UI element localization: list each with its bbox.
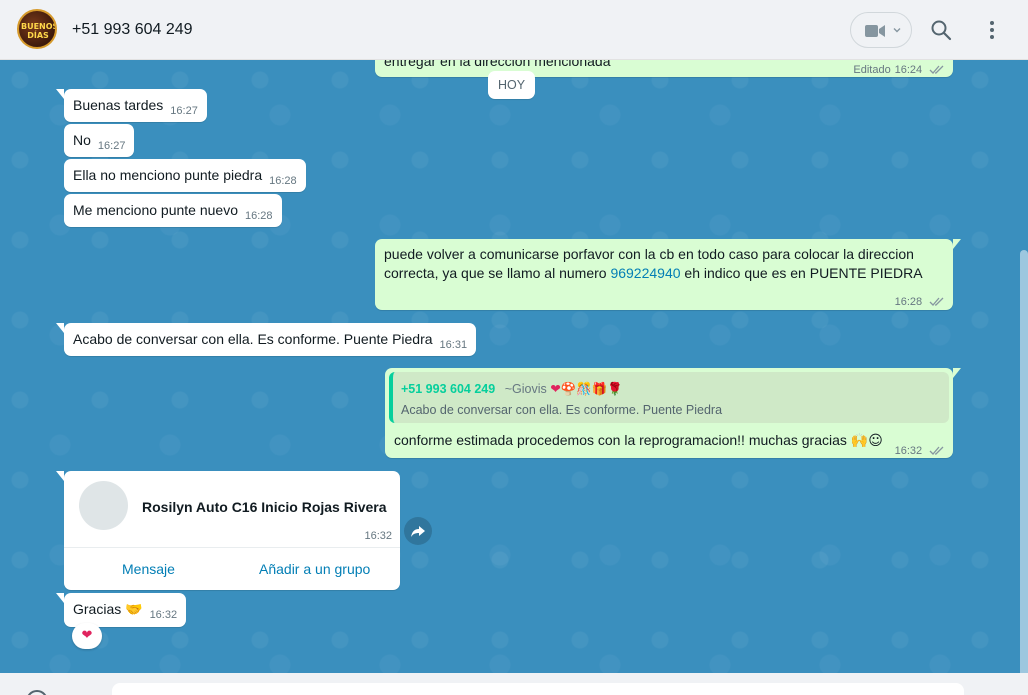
chat-scrollbar[interactable] (1020, 250, 1028, 673)
message-text-part: eh indico que es en PUENTE PIEDRA (680, 265, 923, 281)
avatar-logo-text: BUENOS DÍAS (21, 22, 57, 40)
bubble-tail (56, 593, 64, 603)
divider (64, 547, 400, 548)
message-incoming[interactable]: Gracias 🤝 16:32 (56, 593, 187, 627)
search-button[interactable] (929, 18, 953, 42)
bubble-tail (56, 89, 64, 99)
message-outgoing-previous[interactable]: entregar en la dirección mencionada Edit… (375, 60, 953, 77)
message-time: 16:32 (894, 445, 923, 457)
message-time: 16:28 (269, 175, 297, 187)
quote-alias: ~Giovis (504, 382, 547, 396)
message-text: Buenas tardes (73, 97, 164, 113)
contact-card-name: Rosilyn Auto C16 Inicio Rojas Rivera (142, 499, 387, 515)
contact-avatar[interactable]: BUENOS DÍAS (17, 9, 57, 49)
quote-author: +51 993 604 249 (401, 382, 496, 396)
kebab-menu-icon (990, 21, 994, 39)
bubble-tail (56, 323, 64, 333)
contact-message-button[interactable]: Mensaje (122, 560, 175, 579)
composer-bar (0, 673, 1028, 695)
search-icon (931, 20, 952, 41)
date-divider: HOY (488, 71, 535, 99)
message-time: 16:27 (97, 140, 126, 152)
message-time: 16:31 (439, 339, 468, 351)
message-text-line1: puede volver a comunicarse porfavor con … (384, 246, 914, 262)
message-text: Me menciono punte nuevo (73, 202, 238, 218)
chat-header: BUENOS DÍAS +51 993 604 249 (0, 0, 1028, 60)
message-incoming[interactable]: Ella no menciono punte piedra 16:28 (64, 159, 306, 192)
contact-card-message[interactable]: Rosilyn Auto C16 Inicio Rojas Rivera 16:… (56, 471, 400, 590)
emoji-icon[interactable] (26, 690, 48, 695)
message-incoming[interactable]: Buenas tardes 16:27 (56, 89, 207, 122)
message-outgoing-reply[interactable]: +51 993 604 249 ~Giovis ❤🍄🎊🎁🌹 Acabo de c… (385, 368, 961, 458)
heart-reaction[interactable]: ❤ (72, 623, 102, 649)
message-time: 16:28 (894, 296, 923, 308)
message-text: entregar en la dirección mencionada (384, 60, 611, 69)
contact-card-avatar (79, 481, 128, 530)
message-text-line2: correcta, ya que se llamo al numero 9692… (384, 264, 923, 283)
video-call-button[interactable] (850, 12, 912, 48)
message-outgoing[interactable]: puede volver a comunicarse porfavor con … (375, 239, 961, 310)
message-text: conforme estimada procedemos con la repr… (394, 432, 847, 448)
message-text: Ella no menciono punte piedra (73, 167, 263, 183)
menu-button[interactable] (980, 18, 1004, 42)
bubble-tail (953, 239, 961, 249)
bubble-tail (56, 471, 64, 481)
message-incoming[interactable]: Acabo de conversar con ella. Es conforme… (56, 323, 477, 356)
forward-button[interactable] (404, 517, 432, 545)
message-incoming[interactable]: No 16:27 (64, 124, 135, 157)
message-text: No (73, 132, 91, 148)
double-check-icon (929, 297, 944, 306)
forward-arrow-icon (411, 526, 425, 537)
message-text: Gracias (73, 601, 122, 617)
message-text-part: correcta, ya que se llamo al numero (384, 265, 611, 281)
chevron-down-icon (893, 28, 901, 33)
contact-title[interactable]: +51 993 604 249 (72, 21, 193, 39)
edited-label: Editado (853, 64, 891, 76)
contact-add-group-button[interactable]: Añadir a un grupo (259, 560, 370, 579)
message-time: 16:28 (245, 210, 273, 222)
message-time: 16:32 (149, 609, 178, 621)
message-time: 16:24 (894, 64, 923, 76)
message-incoming[interactable]: Me menciono punte nuevo 16:28 (64, 194, 282, 227)
message-emojis: 🙌☺ (850, 433, 883, 449)
quote-emojis: ❤🍄🎊🎁🌹 (550, 381, 623, 396)
message-time: 16:32 (364, 530, 392, 542)
double-check-icon (929, 446, 944, 455)
video-camera-icon (865, 25, 885, 37)
message-time: 16:27 (170, 105, 198, 117)
quoted-message[interactable]: +51 993 604 249 ~Giovis ❤🍄🎊🎁🌹 Acabo de c… (389, 372, 949, 423)
phone-link[interactable]: 969224940 (610, 265, 680, 281)
bubble-tail (953, 368, 961, 378)
handshake-emoji: 🤝 (125, 602, 143, 618)
double-check-icon (929, 65, 944, 74)
quote-text: Acabo de conversar con ella. Es conforme… (401, 403, 723, 417)
message-text: Acabo de conversar con ella. Es conforme… (73, 331, 433, 347)
message-input[interactable] (112, 683, 964, 695)
chat-area[interactable]: entregar en la dirección mencionada Edit… (0, 60, 1028, 673)
